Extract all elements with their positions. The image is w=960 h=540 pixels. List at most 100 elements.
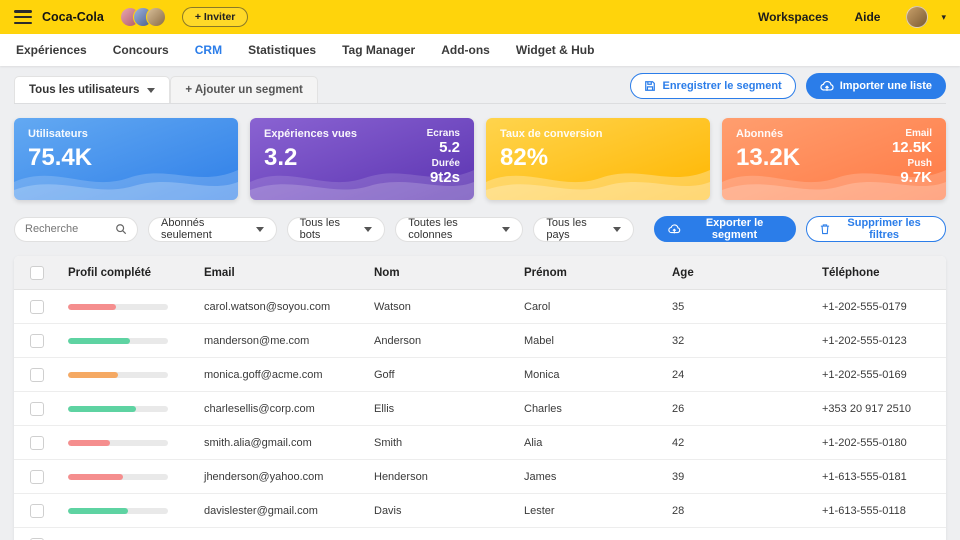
user-menu-caret-icon[interactable]: ▾ xyxy=(941,12,946,23)
segment-selector-tab[interactable]: Tous les utilisateurs xyxy=(14,76,171,103)
row-checkbox[interactable] xyxy=(30,469,44,484)
kpi-cards-row: Utilisateurs 75.4K Expériences vues 3.2 … xyxy=(14,118,946,200)
row-checkbox[interactable] xyxy=(30,503,44,518)
kpi-sub-value: 9.7K xyxy=(900,168,932,186)
kpi-title: Expériences vues xyxy=(264,128,357,140)
team-avatar[interactable] xyxy=(145,7,166,27)
filter-dropdown-abonnes[interactable]: Abonnés seulement xyxy=(148,216,277,242)
cell-prenom: Charles xyxy=(524,402,562,415)
kpi-card-experiences-vues: Expériences vues 3.2 Ecrans 5.2 Durée 9t… xyxy=(250,118,474,200)
profile-progress-bar xyxy=(68,473,168,480)
import-list-button[interactable]: Importer une liste xyxy=(805,73,946,99)
profile-progress-bar xyxy=(68,337,168,344)
cell-email: manderson@me.com xyxy=(204,334,310,347)
table-row[interactable]: davislester@gmail.com Davis Lester 28 +1… xyxy=(14,494,946,528)
add-segment-tab[interactable]: + Ajouter un segment xyxy=(170,76,318,103)
cell-age: 28 xyxy=(672,504,685,517)
table-header-row: Profil complété Email Nom Prénom Age Tél… xyxy=(14,256,946,290)
cell-nom: Davis xyxy=(374,504,402,517)
top-bar: Coca-Cola + Inviter Workspaces Aide ▾ xyxy=(0,0,960,34)
profile-progress-bar xyxy=(68,303,168,310)
clear-filters-button[interactable]: Supprimer les filtres xyxy=(806,216,947,242)
kpi-card-taux-conversion: Taux de conversion 82% xyxy=(486,118,710,200)
cell-age: 26 xyxy=(672,402,685,415)
kpi-sub-value: 9t2s xyxy=(429,168,460,186)
cell-email: charlesellis@corp.com xyxy=(204,402,315,415)
cell-age: 24 xyxy=(672,368,685,381)
cloud-upload-icon xyxy=(820,80,834,91)
kpi-card-abonnes: Abonnés 13.2K Email 12.5K Push 9.7K xyxy=(722,118,946,200)
nav-tab-statistiques[interactable]: Statistiques xyxy=(248,43,316,57)
hamburger-menu-icon[interactable] xyxy=(14,10,32,24)
chevron-down-icon xyxy=(147,87,156,93)
invite-button[interactable]: + Inviter xyxy=(181,7,249,27)
cloud-export-icon xyxy=(668,224,681,234)
search-input[interactable] xyxy=(25,223,115,235)
cell-nom: Watson xyxy=(374,300,411,313)
cell-prenom: Carol xyxy=(524,300,551,313)
table-row[interactable]: charlesellis@corp.com Ellis Charles 26 +… xyxy=(14,392,946,426)
kpi-sub-label: Email xyxy=(905,128,932,139)
kpi-sub-label: Durée xyxy=(431,157,460,169)
cell-telephone: +1-613-555-0118 xyxy=(822,504,906,517)
cell-telephone: +353 20 917 2510 xyxy=(822,402,912,415)
cell-nom: Goff xyxy=(374,368,395,381)
help-link[interactable]: Aide xyxy=(854,10,880,24)
cell-email: smith.alia@gmail.com xyxy=(204,436,312,449)
column-header-nom: Nom xyxy=(374,266,400,279)
table-row[interactable]: monica.goff@acme.com Goff Monica 24 +1-2… xyxy=(14,358,946,392)
kpi-value: 13.2K xyxy=(736,144,801,171)
kpi-card-utilisateurs: Utilisateurs 75.4K xyxy=(14,118,238,200)
table-row-partial[interactable] xyxy=(14,528,946,540)
table-row[interactable]: manderson@me.com Anderson Mabel 32 +1-20… xyxy=(14,324,946,358)
chevron-down-icon xyxy=(255,226,264,232)
cell-age: 32 xyxy=(672,334,685,347)
nav-tab-tag-manager[interactable]: Tag Manager xyxy=(342,43,415,57)
add-segment-label: + Ajouter un segment xyxy=(185,84,303,96)
profile-progress-bar xyxy=(68,405,168,412)
nav-tab-concours[interactable]: Concours xyxy=(113,43,169,57)
row-checkbox[interactable] xyxy=(30,333,44,348)
table-row[interactable]: carol.watson@soyou.com Watson Carol 35 +… xyxy=(14,290,946,324)
team-avatar-group xyxy=(119,7,166,27)
kpi-sub-label: Ecrans xyxy=(426,128,460,139)
filter-dropdown-bots[interactable]: Tous les bots xyxy=(286,216,386,242)
row-checkbox[interactable] xyxy=(30,435,44,450)
nav-tab-add-ons[interactable]: Add-ons xyxy=(441,43,490,57)
row-checkbox[interactable] xyxy=(30,299,44,314)
cell-telephone: +1-202-555-0169 xyxy=(822,368,907,381)
filter-dropdown-pays[interactable]: Tous les pays xyxy=(533,216,635,242)
row-checkbox[interactable] xyxy=(30,401,44,416)
cell-email: carol.watson@soyou.com xyxy=(204,300,331,313)
kpi-sub-value: 12.5K xyxy=(891,139,932,156)
chevron-down-icon xyxy=(502,226,511,232)
table-row[interactable]: jhenderson@yahoo.com Henderson James 39 … xyxy=(14,460,946,494)
column-header-prenom: Prénom xyxy=(524,266,567,279)
table-row[interactable]: smith.alia@gmail.com Smith Alia 42 +1-20… xyxy=(14,426,946,460)
cell-nom: Smith xyxy=(374,436,403,449)
nav-tab-crm[interactable]: CRM xyxy=(195,43,222,57)
segment-selector-label: Tous les utilisateurs xyxy=(29,84,140,96)
workspaces-link[interactable]: Workspaces xyxy=(758,10,828,24)
nav-tab-widget-hub[interactable]: Widget & Hub xyxy=(516,43,595,57)
row-checkbox[interactable] xyxy=(30,367,44,382)
trash-icon xyxy=(821,224,830,235)
cell-age: 35 xyxy=(672,300,685,313)
export-segment-button[interactable]: Exporter le segment xyxy=(654,216,797,242)
cell-prenom: Monica xyxy=(524,368,560,381)
cell-telephone: +1-202-555-0123 xyxy=(822,334,907,347)
cell-email: davislester@gmail.com xyxy=(204,504,318,517)
chevron-down-icon xyxy=(364,226,373,232)
kpi-title: Utilisateurs xyxy=(28,128,88,140)
cell-telephone: +1-613-555-0181 xyxy=(822,470,907,483)
users-table: Profil complété Email Nom Prénom Age Tél… xyxy=(14,256,946,540)
save-segment-button[interactable]: Enregistrer le segment xyxy=(630,73,796,99)
cell-nom: Ellis xyxy=(374,402,395,415)
select-all-checkbox[interactable] xyxy=(30,265,44,280)
user-avatar[interactable] xyxy=(906,6,929,28)
column-header-profil: Profil complété xyxy=(68,266,152,279)
nav-tab-experiences[interactable]: Expériences xyxy=(16,43,87,57)
kpi-value: 3.2 xyxy=(264,144,298,171)
cell-telephone: +1-202-555-0179 xyxy=(822,300,907,313)
filter-dropdown-colonnes[interactable]: Toutes les colonnes xyxy=(395,216,524,242)
